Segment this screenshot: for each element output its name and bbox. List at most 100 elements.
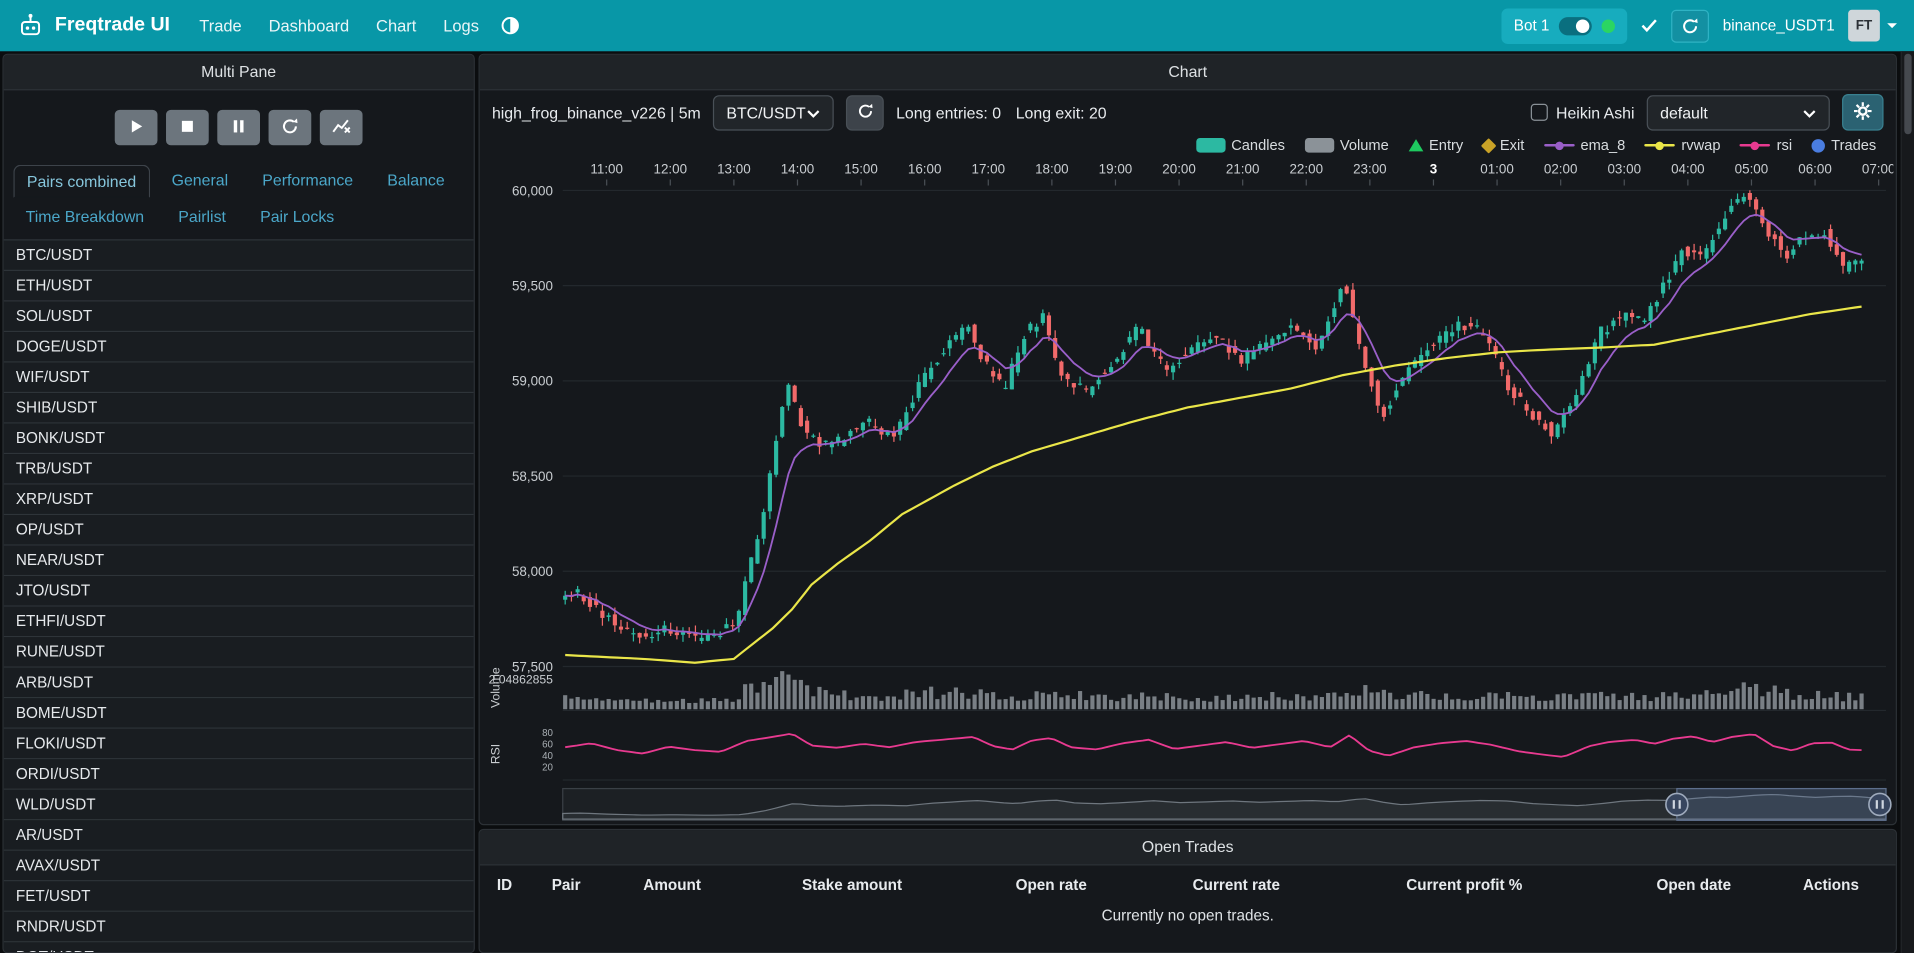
bot-selector[interactable]: Bot 1 [1502,8,1628,43]
theme-toggle-icon[interactable] [501,16,521,36]
tab-balance[interactable]: Balance [375,165,457,198]
pair-row-fet-usdt[interactable]: FET/USDT [4,881,474,912]
gear-icon [1853,101,1873,124]
pair-row-op-usdt[interactable]: OP/USDT [4,515,474,546]
account-label[interactable]: binance_USDT1 [1723,17,1835,34]
pair-row-btc-usdt[interactable]: BTC/USDT [4,240,474,271]
legend-label-entry: Entry [1429,137,1463,154]
legend-volume[interactable]: Volume [1304,137,1388,154]
pair-row-wld-usdt[interactable]: WLD/USDT [4,790,474,821]
trades-table-header: IDPairAmountStake amountOpen rateCurrent… [480,865,1896,903]
user-menu[interactable]: FT [1848,10,1897,42]
legend-label-rsi: rsi [1777,137,1792,154]
candlestick-chart[interactable]: 60,00059,50059,00058,50058,00057,50011:0… [480,156,1896,824]
nav-link-logs[interactable]: Logs [443,16,479,34]
legend-exit[interactable]: Exit [1483,137,1525,154]
pair-row-sol-usdt[interactable]: SOL/USDT [4,302,474,333]
legend-rvwap[interactable]: rvwap [1645,137,1721,154]
tab-pair-locks[interactable]: Pair Locks [248,201,347,232]
reload-config-button[interactable] [269,110,312,145]
tab-performance[interactable]: Performance [250,165,365,198]
entries-summary: Long entries: 0 Long exit: 20 [896,103,1107,121]
clear-chart-button[interactable] [320,110,363,145]
volume-legend-icon [1304,138,1333,153]
heikin-ashi-checkbox[interactable] [1530,104,1547,121]
stop-bot-button[interactable] [166,110,209,145]
legend-label-trades: Trades [1831,137,1876,154]
plot-config-select[interactable]: default [1647,95,1830,130]
legend-label-candles: Candles [1231,137,1285,154]
legend-label-rvwap: rvwap [1681,137,1720,154]
pair-row-rune-usdt[interactable]: RUNE/USDT [4,637,474,668]
pair-row-shib-usdt[interactable]: SHIB/USDT [4,393,474,424]
legend-trades[interactable]: Trades [1812,137,1877,154]
pair-row-ar-usdt[interactable]: AR/USDT [4,820,474,851]
pause-icon [231,118,247,138]
refresh-icon [856,102,873,123]
pair-row-rndr-usdt[interactable]: RNDR/USDT [4,912,474,943]
app-root: Freqtrade UI Trade Dashboard Chart Logs Bot… [0,0,1914,953]
pair-row-jto-usdt[interactable]: JTO/USDT [4,576,474,607]
pair-row-trb-usdt[interactable]: TRB/USDT [4,454,474,485]
start-bot-button[interactable] [115,110,158,145]
pause-bot-button[interactable] [217,110,260,145]
pair-row-near-usdt[interactable]: NEAR/USDT [4,546,474,577]
pair-row-arb-usdt[interactable]: ARB/USDT [4,668,474,699]
reload-bot-button[interactable] [1671,9,1709,42]
rvwap-legend-icon [1645,138,1676,153]
tab-pairs-combined[interactable]: Pairs combined [13,165,149,198]
pair-row-dot-usdt[interactable]: DOT/USDT [4,942,474,952]
col-current-profit: Current profit % [1406,876,1656,893]
svg-text:04:00: 04:00 [1671,161,1705,176]
main-content: Multi Pane Pairs combinedGeneralPer [0,51,1914,953]
long-exits-label: Long exit: 20 [1016,103,1107,121]
tab-time-breakdown[interactable]: Time Breakdown [13,201,156,232]
nav-link-dashboard[interactable]: Dashboard [269,16,350,34]
svg-text:12:00: 12:00 [654,161,688,176]
brand-title[interactable]: Freqtrade UI [55,15,170,37]
open-trades-header: Open Trades [480,830,1896,865]
chart-x-icon [331,117,351,138]
pair-row-floki-usdt[interactable]: FLOKI/USDT [4,729,474,760]
legend-ema-8[interactable]: ema_8 [1544,137,1625,154]
nav-link-trade[interactable]: Trade [199,16,241,34]
chart-svg[interactable]: 60,00059,50059,00058,50058,00057,50011:0… [485,156,1894,824]
scrollbar-thumb[interactable] [1904,54,1911,135]
pair-row-eth-usdt[interactable]: ETH/USDT [4,271,474,302]
freqtrade-logo-icon[interactable] [17,12,44,39]
tab-pairlist[interactable]: Pairlist [166,201,238,232]
check-icon [1641,18,1658,33]
bot-online-dot [1602,19,1615,32]
pair-select[interactable]: BTC/USDT [713,95,834,130]
chevron-down-icon [807,103,820,121]
pair-row-xrp-usdt[interactable]: XRP/USDT [4,485,474,516]
col-actions: Actions [1803,876,1896,893]
bot-toggle[interactable] [1559,16,1592,34]
page-scrollbar[interactable] [1901,51,1914,953]
multi-pane-header: Multi Pane [4,55,474,90]
trades-legend-icon [1812,139,1825,152]
legend-candles[interactable]: Candles [1196,137,1285,154]
pair-row-bonk-usdt[interactable]: BONK/USDT [4,424,474,455]
pair-row-bome-usdt[interactable]: BOME/USDT [4,698,474,729]
plot-settings-button[interactable] [1842,94,1884,131]
pair-row-ordi-usdt[interactable]: ORDI/USDT [4,759,474,790]
legend-rsi[interactable]: rsi [1740,137,1792,154]
pair-row-ethfi-usdt[interactable]: ETHFI/USDT [4,607,474,638]
pair-select-value: BTC/USDT [726,103,805,121]
svg-text:03:00: 03:00 [1607,161,1641,176]
svg-text:40: 40 [542,751,553,762]
tab-general[interactable]: General [159,165,240,198]
pair-row-avax-usdt[interactable]: AVAX/USDT [4,851,474,882]
pair-row-doge-usdt[interactable]: DOGE/USDT [4,332,474,363]
chart-refresh-button[interactable] [846,95,884,130]
legend-entry[interactable]: Entry [1408,137,1463,154]
chart-panel: Chart high_frog_binance_v226 | 5m BTC/US… [479,54,1897,825]
bot-name: Bot 1 [1514,17,1550,34]
pair-row-wif-usdt[interactable]: WIF/USDT [4,363,474,394]
heikin-ashi-toggle[interactable]: Heikin Ashi [1530,103,1634,121]
nav-link-chart[interactable]: Chart [376,16,416,34]
svg-text:59,000: 59,000 [512,374,553,389]
right-column: Chart high_frog_binance_v226 | 5m BTC/US… [479,54,1897,953]
svg-text:58,500: 58,500 [512,469,553,484]
